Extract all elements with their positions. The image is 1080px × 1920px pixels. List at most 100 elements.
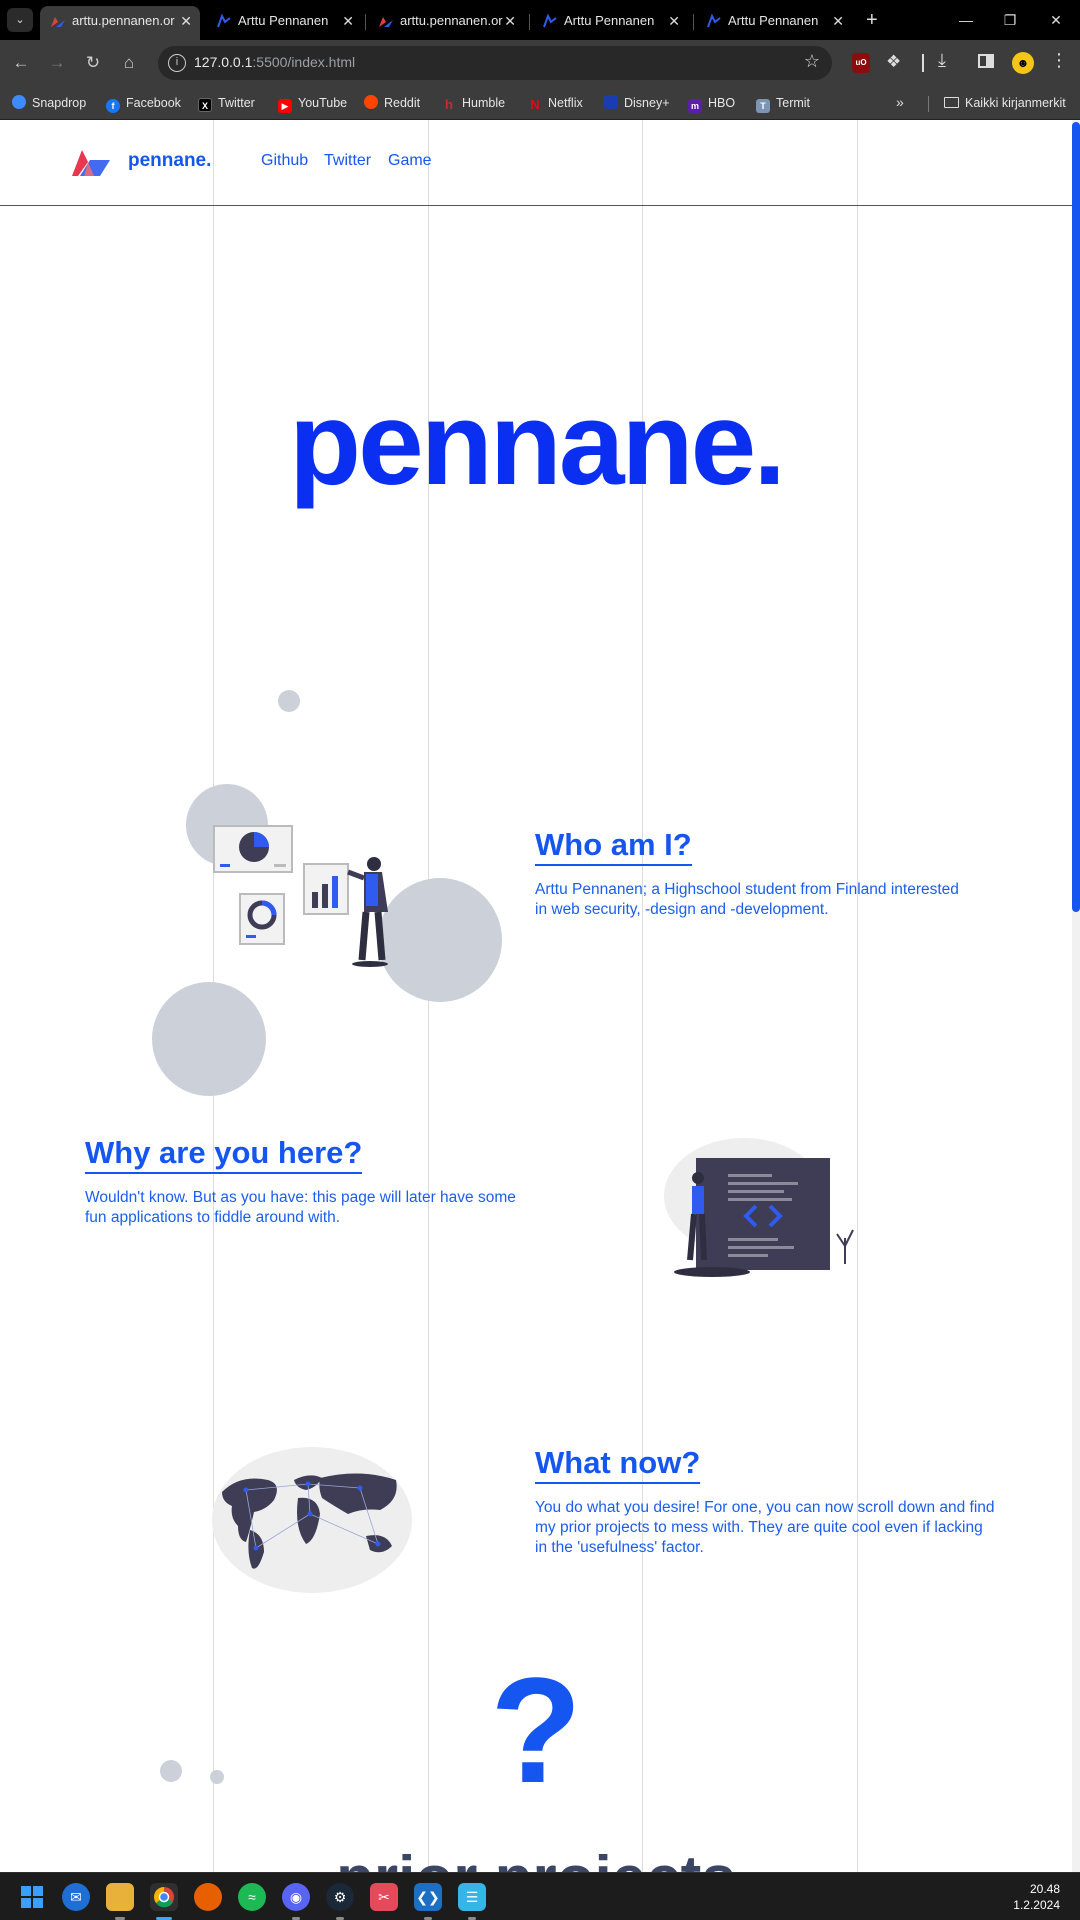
- tab-2[interactable]: Arttu Pennanen ✕: [206, 6, 362, 40]
- termit-icon: T: [756, 99, 770, 113]
- bookmark-humble[interactable]: h Humble: [442, 92, 505, 114]
- tab-4[interactable]: Arttu Pennanen ✕: [532, 6, 688, 40]
- bookmarks-bar: Snapdrop f Facebook X Twitter ▶ YouTube Red…: [0, 86, 1080, 120]
- discord-icon[interactable]: ◉: [282, 1883, 310, 1911]
- steam-icon[interactable]: ⚙: [326, 1883, 354, 1911]
- home-icon[interactable]: ⌂: [118, 52, 140, 74]
- bookmark-label: Reddit: [384, 96, 421, 110]
- tab-title: arttu.pennanen.or: [72, 13, 175, 28]
- extensions-puzzle-icon[interactable]: ❖: [886, 52, 901, 72]
- bookmark-snapdrop[interactable]: Snapdrop: [12, 92, 86, 114]
- kebab-menu-icon[interactable]: ⋮: [1050, 50, 1068, 71]
- section-title-who: Who am I?: [535, 827, 692, 867]
- tab-title: arttu.pennanen.or: [400, 13, 503, 28]
- netflix-icon: N: [530, 97, 540, 112]
- url-host: 127.0.0.1: [194, 54, 253, 70]
- forward-arrow-icon[interactable]: →: [46, 52, 68, 74]
- decorative-circle: [152, 982, 266, 1096]
- vscode-icon[interactable]: ❮❯: [414, 1883, 442, 1911]
- hero-title: pennane.: [289, 378, 786, 510]
- prior-projects-heading: prior projects: [0, 1848, 1072, 1873]
- folder-label: Kaikki kirjanmerkit: [965, 96, 1066, 110]
- bookmark-netflix[interactable]: N Netflix: [528, 92, 583, 114]
- logo-text[interactable]: pennane.: [128, 150, 211, 172]
- side-panel-icon[interactable]: [978, 54, 994, 68]
- section-title-what: What now?: [535, 1445, 701, 1485]
- address-bar[interactable]: i 127.0.0.1:5500/index.html ☆: [158, 46, 832, 80]
- reddit-icon: [364, 95, 378, 109]
- facebook-icon: f: [106, 99, 120, 113]
- bookmark-facebook[interactable]: f Facebook: [106, 92, 181, 114]
- section-body-why: Wouldn't know. But as you have: this pag…: [85, 1189, 516, 1227]
- x-icon: X: [198, 98, 212, 112]
- close-tab-icon[interactable]: ✕: [180, 6, 192, 36]
- notepad-icon[interactable]: ☰: [458, 1883, 486, 1911]
- bookmark-star-icon[interactable]: ☆: [804, 51, 820, 72]
- site-favicon-icon: [217, 14, 231, 28]
- snipping-tool-icon[interactable]: ✂: [370, 1883, 398, 1911]
- page-viewport: pennane. Github Twitter Game pennane. Wh…: [0, 120, 1080, 1872]
- bookmark-youtube[interactable]: ▶ YouTube: [278, 92, 347, 114]
- bookmark-label: Twitter: [218, 96, 255, 110]
- coding-illustration: [664, 1138, 854, 1277]
- bookmark-label: Netflix: [548, 96, 583, 110]
- bookmark-label: Humble: [462, 96, 506, 110]
- url-text: 127.0.0.1:5500/index.html: [194, 54, 355, 70]
- section-body-who: Arttu Pennanen; a Highschool student fro…: [535, 881, 959, 919]
- close-tab-icon[interactable]: ✕: [668, 6, 680, 36]
- system-clock[interactable]: 20.48 1.2.2024: [1013, 1881, 1060, 1913]
- question-mark-graphic: ?: [490, 1646, 582, 1814]
- nav-github-link[interactable]: Github: [261, 152, 308, 170]
- ublock-extension-icon[interactable]: uO: [852, 53, 870, 73]
- bookmarks-divider: [928, 96, 929, 112]
- tab-1[interactable]: arttu.pennanen.or ✕: [40, 6, 200, 40]
- nav-twitter-link[interactable]: Twitter: [324, 152, 371, 170]
- spotify-icon[interactable]: ≈: [238, 1883, 266, 1911]
- bookmark-hbo[interactable]: m HBO: [688, 92, 735, 114]
- reload-icon[interactable]: ↻: [82, 52, 104, 74]
- folder-icon: [944, 97, 959, 108]
- humble-icon: h: [445, 97, 453, 112]
- download-icon[interactable]: ⤓: [938, 50, 946, 71]
- bookmark-twitter[interactable]: X Twitter: [198, 92, 255, 114]
- site-info-icon[interactable]: i: [168, 54, 186, 72]
- profile-avatar[interactable]: ☻: [1012, 52, 1034, 74]
- toolbar-divider: [922, 54, 924, 72]
- firefox-icon[interactable]: [194, 1883, 222, 1911]
- bookmark-reddit[interactable]: Reddit: [364, 92, 420, 114]
- new-tab-icon[interactable]: +: [866, 6, 878, 34]
- chrome-icon[interactable]: [150, 1883, 178, 1911]
- restore-icon[interactable]: ❐: [990, 6, 1030, 34]
- close-tab-icon[interactable]: ✕: [504, 6, 516, 36]
- browser-toolbar: ← → ↻ ⌂ i 127.0.0.1:5500/index.html ☆ uO…: [0, 40, 1080, 86]
- bookmark-disney[interactable]: Disney+: [604, 92, 670, 114]
- minimize-icon[interactable]: —: [946, 6, 986, 34]
- disney-icon: [604, 95, 618, 109]
- all-bookmarks-folder[interactable]: Kaikki kirjanmerkit: [944, 92, 1066, 114]
- bookmark-termit[interactable]: T Termit: [756, 92, 810, 114]
- tab-5[interactable]: Arttu Pennanen ✕: [696, 6, 852, 40]
- nav-game-link[interactable]: Game: [388, 152, 432, 170]
- more-bookmarks-icon[interactable]: »: [896, 94, 904, 110]
- outlook-icon[interactable]: ✉: [62, 1883, 90, 1911]
- close-window-icon[interactable]: ✕: [1036, 6, 1076, 34]
- file-explorer-icon[interactable]: [106, 1883, 134, 1911]
- taskbar: ✉ ≈ ◉ ⚙ ✂ ❮❯ ☰ 20.48 1.2.2024: [0, 1872, 1080, 1920]
- bookmark-label: YouTube: [298, 96, 348, 110]
- scrollbar-thumb[interactable]: [1072, 122, 1080, 912]
- close-tab-icon[interactable]: ✕: [832, 6, 844, 36]
- tab-3[interactable]: arttu.pennanen.or ✕: [368, 6, 524, 40]
- back-arrow-icon[interactable]: ←: [10, 52, 32, 74]
- close-tab-icon[interactable]: ✕: [342, 6, 354, 36]
- site-header: pennane. Github Twitter Game: [0, 120, 1072, 206]
- tab-search-button[interactable]: ⌄: [7, 8, 33, 32]
- logo-icon[interactable]: [70, 146, 112, 178]
- site-favicon-icon: [51, 17, 65, 27]
- tab-title: Arttu Pennanen: [564, 13, 655, 28]
- windows-start-icon[interactable]: [18, 1883, 46, 1911]
- bookmark-label: Facebook: [126, 96, 181, 110]
- tab-title: Arttu Pennanen: [238, 13, 329, 28]
- bookmark-label: Snapdrop: [32, 96, 87, 110]
- bookmark-label: HBO: [708, 96, 736, 110]
- tab-bar: ⌄ arttu.pennanen.or ✕ Arttu Pennanen ✕ a…: [0, 0, 1080, 40]
